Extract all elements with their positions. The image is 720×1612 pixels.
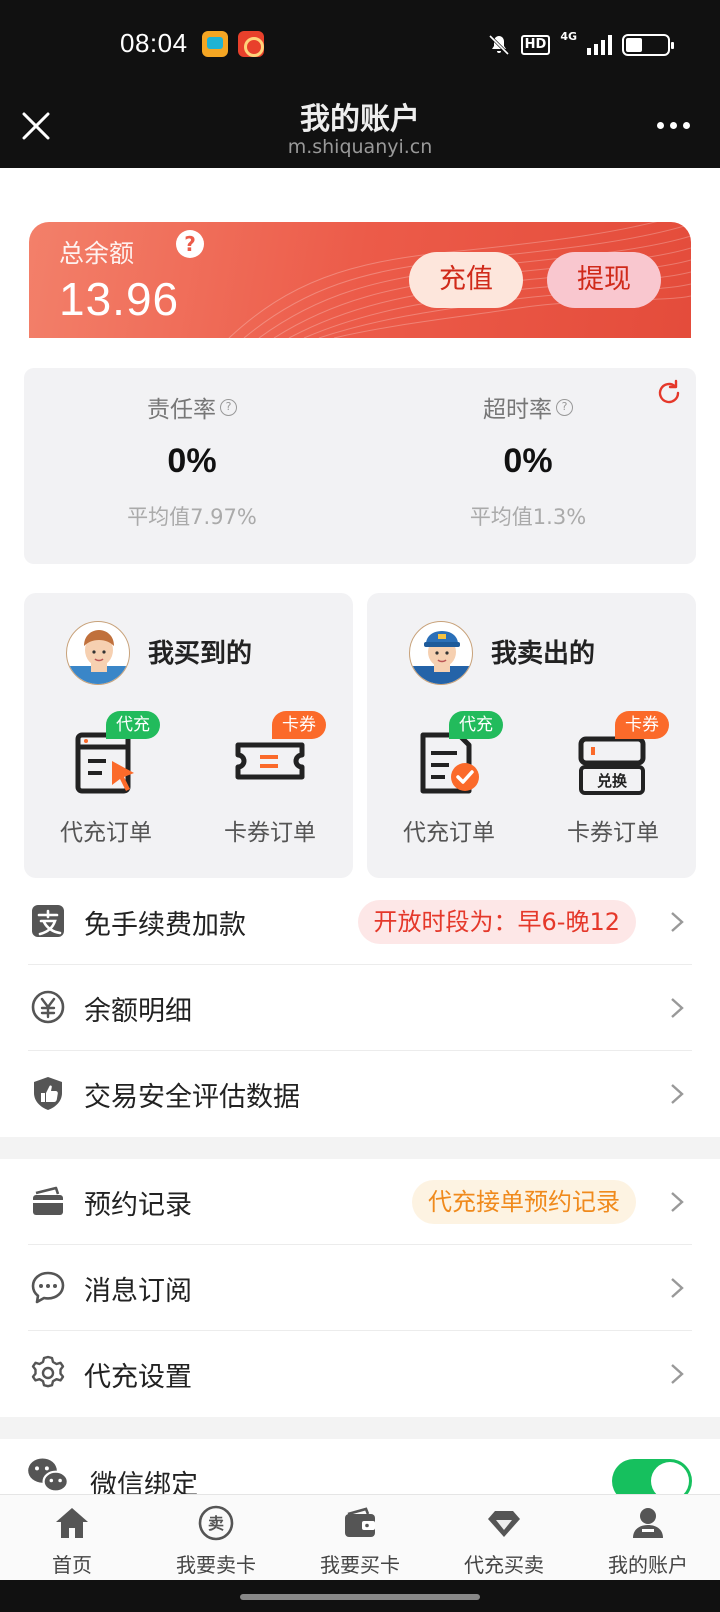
recharge-settings-row[interactable]: 代充设置 [0,1331,720,1417]
section-gap [0,1137,720,1159]
reservation-badge: 代充接单预约记录 [412,1180,636,1224]
recharge-order-button[interactable]: 代充 代充订单 [367,711,531,847]
page: 08:04 HD 4G 我的账户 m.shiquanyi.cn 总余额 ? 13… [0,0,720,1612]
coupon-tag: 卡券 [272,711,326,739]
shield-thumb-icon [34,1077,62,1110]
tab-label: 我要买卡 [320,1553,400,1577]
tab-label: 我要卖卡 [176,1553,256,1577]
bought-card[interactable]: 我买到的 代充 代充订单 卡券 卡券订单 [24,593,353,878]
shop-app-icon [238,31,264,57]
withdraw-button[interactable]: 提现 [547,252,661,308]
security-data-row[interactable]: 交易安全评估数据 [0,1051,720,1137]
signal-icon [587,35,612,55]
chevron-right-icon [671,1084,684,1104]
menu-label: 消息订阅 [84,1276,192,1307]
coupon-order-button[interactable]: 兑换 卡券 卡券订单 [531,711,695,847]
balance-detail-row[interactable]: 余额明细 [0,965,720,1051]
balance-help-icon[interactable]: ? [176,230,204,258]
user-icon [633,1508,663,1538]
rate-average: 平均值7.97% [127,505,257,529]
menu-label: 余额明细 [84,996,192,1027]
home-indicator [0,1580,720,1612]
tab-label: 我的账户 [608,1553,688,1577]
buyer-avatar [66,621,130,685]
status-icons: HD 4G [487,30,674,60]
recharge-tag: 代充 [449,711,503,739]
order-label: 代充订单 [403,820,495,846]
tab-bar: 首页 卖 我要卖卡 我要买卡 代充买卖 我的账户 [0,1494,720,1580]
sold-card[interactable]: 我卖出的 代充 代充订单 兑换 卡券 卡券订单 [367,593,696,878]
tab-buy-card[interactable]: 我要买卡 [288,1495,432,1581]
tab-home[interactable]: 首页 [0,1495,144,1581]
page-title: 我的账户 [300,102,420,137]
gear-icon [31,1355,65,1388]
open-hours-badge: 开放时段为：早6-晚12 [357,900,636,944]
coupon-tag: 卡券 [615,711,669,739]
reservation-record-row[interactable]: 预约记录 代充接单预约记录 [0,1159,720,1245]
help-icon[interactable]: ? [556,398,573,416]
seller-avatar [409,621,473,685]
rate-average: 平均值1.3% [469,505,587,529]
chevron-right-icon [671,1192,684,1212]
menu-label: 代充设置 [84,1362,192,1393]
chevron-right-icon [671,1278,684,1298]
page-url: m.shiquanyi.cn [287,136,433,158]
hd-badge: HD [520,35,551,55]
timeout-rate: 超时率? 0% 平均值1.3% [360,390,696,531]
rate-value: 0% [503,442,553,480]
tab-my-account[interactable]: 我的账户 [576,1495,720,1581]
charge-button[interactable]: 充值 [409,252,523,308]
chevron-right-icon [671,912,684,932]
rate-name: 超时率 [483,397,552,423]
chevron-right-icon [671,998,684,1018]
recharge-tag: 代充 [106,711,160,739]
menu-label: 预约记录 [84,1190,192,1221]
chevron-right-icon [671,1364,684,1384]
balance-label: 总余额 [59,239,135,268]
status-bar: 08:04 HD 4G [0,0,720,86]
tab-label: 首页 [52,1553,92,1577]
exchange-label: 兑换 [597,772,628,790]
order-label: 卡券订单 [224,820,316,846]
yuan-icon [31,990,65,1024]
rate-name: 责任率 [147,397,216,423]
battery-icon [622,34,674,56]
home-icon [56,1508,88,1538]
section-gap [0,1417,720,1439]
recharge-order-button[interactable]: 代充 代充订单 [24,711,188,847]
more-icon[interactable] [657,122,690,129]
alipay-icon [32,905,64,937]
diamond-icon [488,1511,520,1537]
order-label: 代充订单 [60,820,152,846]
wallet-card-icon [33,1186,63,1215]
nav-bar: 我的账户 m.shiquanyi.cn [0,86,720,168]
tab-label: 代充买卖 [464,1553,544,1577]
fee-free-topup-row[interactable]: 免手续费加款 开放时段为：早6-晚12 [0,879,720,965]
sell-glyph: 卖 [208,1514,224,1533]
balance-card: 总余额 ? 13.96 充值 提现 [29,222,691,338]
rates-panel: 责任率? 0% 平均值7.97% 超时率? 0% 平均值1.3% [24,368,696,564]
message-subscribe-row[interactable]: 消息订阅 [0,1245,720,1331]
tab-sell-card[interactable]: 卖 我要卖卡 [144,1495,288,1581]
wechat-icon [28,1458,69,1493]
help-icon[interactable]: ? [220,398,237,416]
order-label: 卡券订单 [567,820,659,846]
sold-title: 我卖出的 [491,639,596,669]
video-app-icon [202,31,228,57]
mute-bell-icon [488,34,509,56]
responsibility-rate: 责任率? 0% 平均值7.97% [24,390,360,531]
clock: 08:04 [120,28,188,58]
bought-title: 我买到的 [148,639,253,669]
network-type: 4G [560,30,577,43]
wallet-icon [345,1507,375,1537]
menu-label: 交易安全评估数据 [84,1082,300,1113]
rate-value: 0% [167,442,217,480]
chat-icon [31,1271,65,1304]
sell-icon: 卖 [198,1505,234,1541]
refresh-icon[interactable] [654,378,684,408]
menu-label: 免手续费加款 [84,910,246,941]
tab-recharge-trade[interactable]: 代充买卖 [432,1495,576,1581]
balance-value: 13.96 [59,273,180,325]
coupon-order-button[interactable]: 卡券 卡券订单 [188,711,352,847]
